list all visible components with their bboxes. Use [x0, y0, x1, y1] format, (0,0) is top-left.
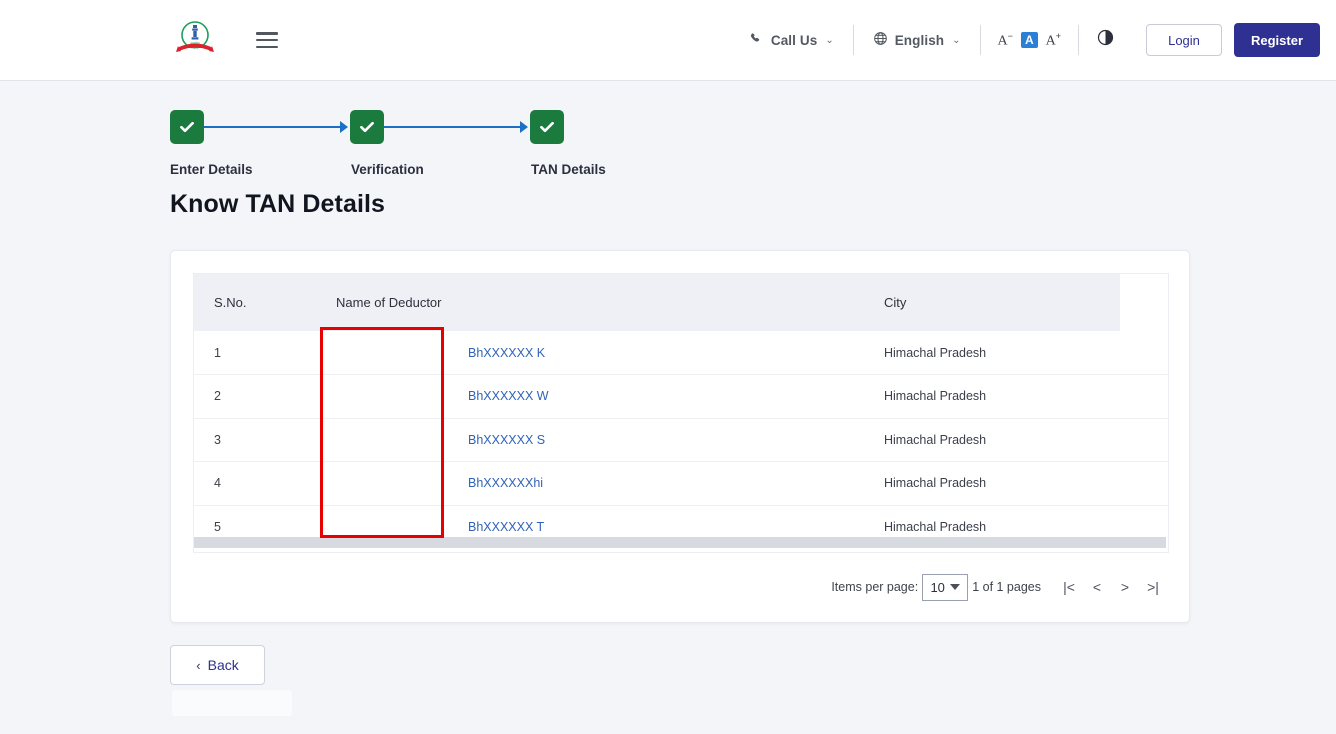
cell-sno: 3 — [194, 418, 316, 462]
font-size-controls: A− A A+ — [981, 32, 1078, 49]
chevron-down-icon: ⌄ — [825, 35, 833, 46]
column-header-name: Name of Deductor — [316, 274, 864, 331]
cell-spacer — [1120, 418, 1169, 462]
last-page-button[interactable]: >| — [1139, 573, 1167, 601]
table-head: S.No. Name of Deductor City — [194, 274, 1169, 331]
table-header-row: S.No. Name of Deductor City — [194, 274, 1169, 331]
phone-icon — [750, 32, 764, 49]
column-header-city: City — [864, 274, 1120, 331]
progress-stepper: Enter Details Verification TAN Details — [170, 110, 590, 182]
deductor-name-link[interactable]: BhXXXXXX T — [468, 520, 544, 534]
site-header: सत्यमेव INCOME TAX — [0, 0, 1336, 81]
stepper-step-3-tan-details[interactable] — [530, 110, 564, 144]
first-page-button[interactable]: |< — [1055, 573, 1083, 601]
cell-city: Himachal Pradesh — [864, 331, 1120, 375]
call-us-label: Call Us — [771, 33, 817, 48]
cell-name: BhXXXXXXhi — [316, 462, 864, 506]
income-tax-department-logo[interactable]: सत्यमेव INCOME TAX — [172, 17, 218, 63]
cell-sno: 4 — [194, 462, 316, 506]
header-right-group: Call Us ⌄ English ⌄ — [731, 0, 1320, 80]
items-per-page-label: Items per page: — [831, 580, 918, 594]
cell-name: BhXXXXXX K — [316, 331, 864, 375]
chevron-down-icon: ⌄ — [952, 35, 960, 46]
cell-spacer — [1120, 331, 1169, 375]
back-button-label: Back — [208, 657, 239, 673]
table-row: 2 BhXXXXXX W Himachal Pradesh — [194, 375, 1169, 419]
chevron-left-icon: ‹ — [196, 658, 200, 673]
plus-superscript: + — [1056, 31, 1061, 41]
stepper-label-3: TAN Details — [531, 162, 606, 177]
cell-name: BhXXXXXX S — [316, 418, 864, 462]
table-row: 4 BhXXXXXXhi Himachal Pradesh — [194, 462, 1169, 506]
stepper-label-2: Verification — [351, 162, 424, 177]
stepper-step-2-verification[interactable] — [350, 110, 384, 144]
cell-name: BhXXXXXX W — [316, 375, 864, 419]
previous-page-button[interactable]: < — [1083, 573, 1111, 601]
header-left-group: सत्यमेव INCOME TAX — [172, 17, 278, 63]
contrast-toggle-button[interactable] — [1079, 29, 1132, 51]
deductor-name-link[interactable]: BhXXXXXX K — [468, 346, 545, 360]
deductor-name-link[interactable]: BhXXXXXX W — [468, 389, 549, 403]
stepper-step-1-enter-details[interactable] — [170, 110, 204, 144]
stepper-arrow-2 — [520, 121, 528, 133]
cell-city: Himachal Pradesh — [864, 462, 1120, 506]
back-button[interactable]: ‹ Back — [170, 645, 265, 685]
tan-details-card: S.No. Name of Deductor City 1 BhXXXXXX K… — [170, 250, 1190, 623]
column-header-spacer — [1120, 274, 1169, 331]
register-button[interactable]: Register — [1234, 23, 1320, 57]
minus-superscript: − — [1008, 31, 1013, 41]
cell-spacer — [1120, 375, 1169, 419]
items-per-page-value: 10 — [930, 580, 944, 595]
hamburger-line — [256, 32, 278, 35]
table-body: 1 BhXXXXXX K Himachal Pradesh 2 BhXXXXXX… — [194, 331, 1169, 549]
next-page-button[interactable]: > — [1111, 573, 1139, 601]
table-row: 3 BhXXXXXX S Himachal Pradesh — [194, 418, 1169, 462]
cell-sno: 1 — [194, 331, 316, 375]
chevron-down-icon — [950, 584, 960, 590]
deductor-name-link[interactable]: BhXXXXXX S — [468, 433, 545, 447]
table-row: 1 BhXXXXXX K Himachal Pradesh — [194, 331, 1169, 375]
page-title: Know TAN Details — [170, 190, 385, 219]
cell-city: Himachal Pradesh — [864, 418, 1120, 462]
font-size-normal-button[interactable]: A — [1021, 32, 1038, 48]
font-size-decrease-button[interactable]: A− — [998, 32, 1013, 49]
call-us-dropdown[interactable]: Call Us ⌄ — [731, 25, 853, 55]
language-label: English — [895, 33, 944, 48]
stepper-label-1: Enter Details — [170, 162, 253, 177]
page-footer-placeholder — [172, 690, 292, 716]
font-size-increase-button[interactable]: A+ — [1046, 32, 1061, 49]
stepper-icons-row — [170, 110, 590, 146]
deductor-name-link[interactable]: BhXXXXXXhi — [468, 476, 543, 490]
stepper-connector-1 — [204, 126, 346, 128]
cell-city: Himachal Pradesh — [864, 375, 1120, 419]
tan-details-table-container: S.No. Name of Deductor City 1 BhXXXXXX K… — [193, 273, 1169, 553]
tan-details-table: S.No. Name of Deductor City 1 BhXXXXXX K… — [194, 274, 1169, 549]
cell-spacer — [1120, 462, 1169, 506]
contrast-toggle-icon — [1097, 29, 1114, 51]
page-range-label: 1 of 1 pages — [972, 580, 1041, 594]
hamburger-line — [256, 39, 278, 42]
cell-sno: 2 — [194, 375, 316, 419]
items-per-page-select[interactable]: 10 — [922, 574, 968, 601]
hamburger-line — [256, 46, 278, 49]
column-header-sno: S.No. — [194, 274, 316, 331]
login-button[interactable]: Login — [1146, 24, 1222, 56]
table-horizontal-scrollbar[interactable] — [194, 537, 1166, 548]
language-dropdown[interactable]: English ⌄ — [854, 25, 980, 55]
stepper-arrow-1 — [340, 121, 348, 133]
page-root: सत्यमेव INCOME TAX — [0, 0, 1336, 734]
hamburger-menu-icon[interactable] — [256, 32, 278, 48]
globe-icon — [873, 31, 888, 49]
table-paginator: Items per page: 10 1 of 1 pages |< < > >… — [831, 564, 1167, 610]
svg-text:INCOME TAX: INCOME TAX — [187, 47, 203, 51]
stepper-connector-2 — [384, 126, 526, 128]
